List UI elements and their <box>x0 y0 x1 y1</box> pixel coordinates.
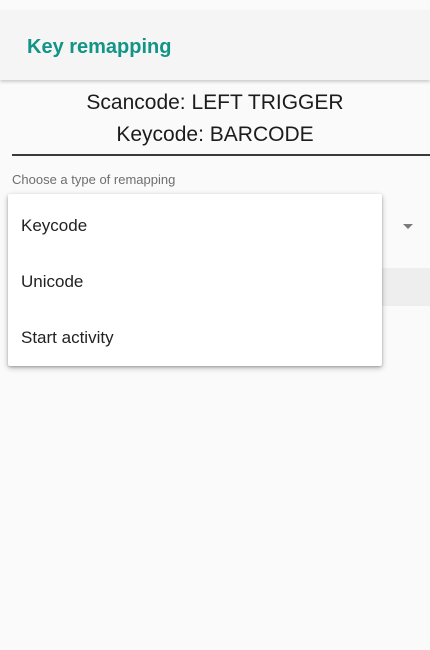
mapping-info: Scancode: LEFT TRIGGER Keycode: BARCODE <box>0 87 430 151</box>
dropdown-option-unicode[interactable]: Unicode <box>8 254 382 310</box>
remap-settings-row <box>380 268 430 306</box>
scancode-text: Scancode: LEFT TRIGGER <box>86 91 344 114</box>
key-remapping-screen: Key remapping Scancode: LEFT TRIGGER Key… <box>0 0 430 650</box>
divider <box>12 154 430 156</box>
keycode-text: Keycode: BARCODE <box>116 123 314 146</box>
remap-type-label: Choose a type of remapping <box>12 172 176 187</box>
remap-type-dropdown-menu: Keycode Unicode Start activity <box>8 194 382 366</box>
chevron-down-icon[interactable] <box>403 224 413 229</box>
app-bar: Key remapping <box>0 10 430 80</box>
page-title: Key remapping <box>27 36 172 58</box>
dropdown-option-keycode[interactable]: Keycode <box>8 198 382 254</box>
dropdown-option-start-activity[interactable]: Start activity <box>8 310 382 366</box>
